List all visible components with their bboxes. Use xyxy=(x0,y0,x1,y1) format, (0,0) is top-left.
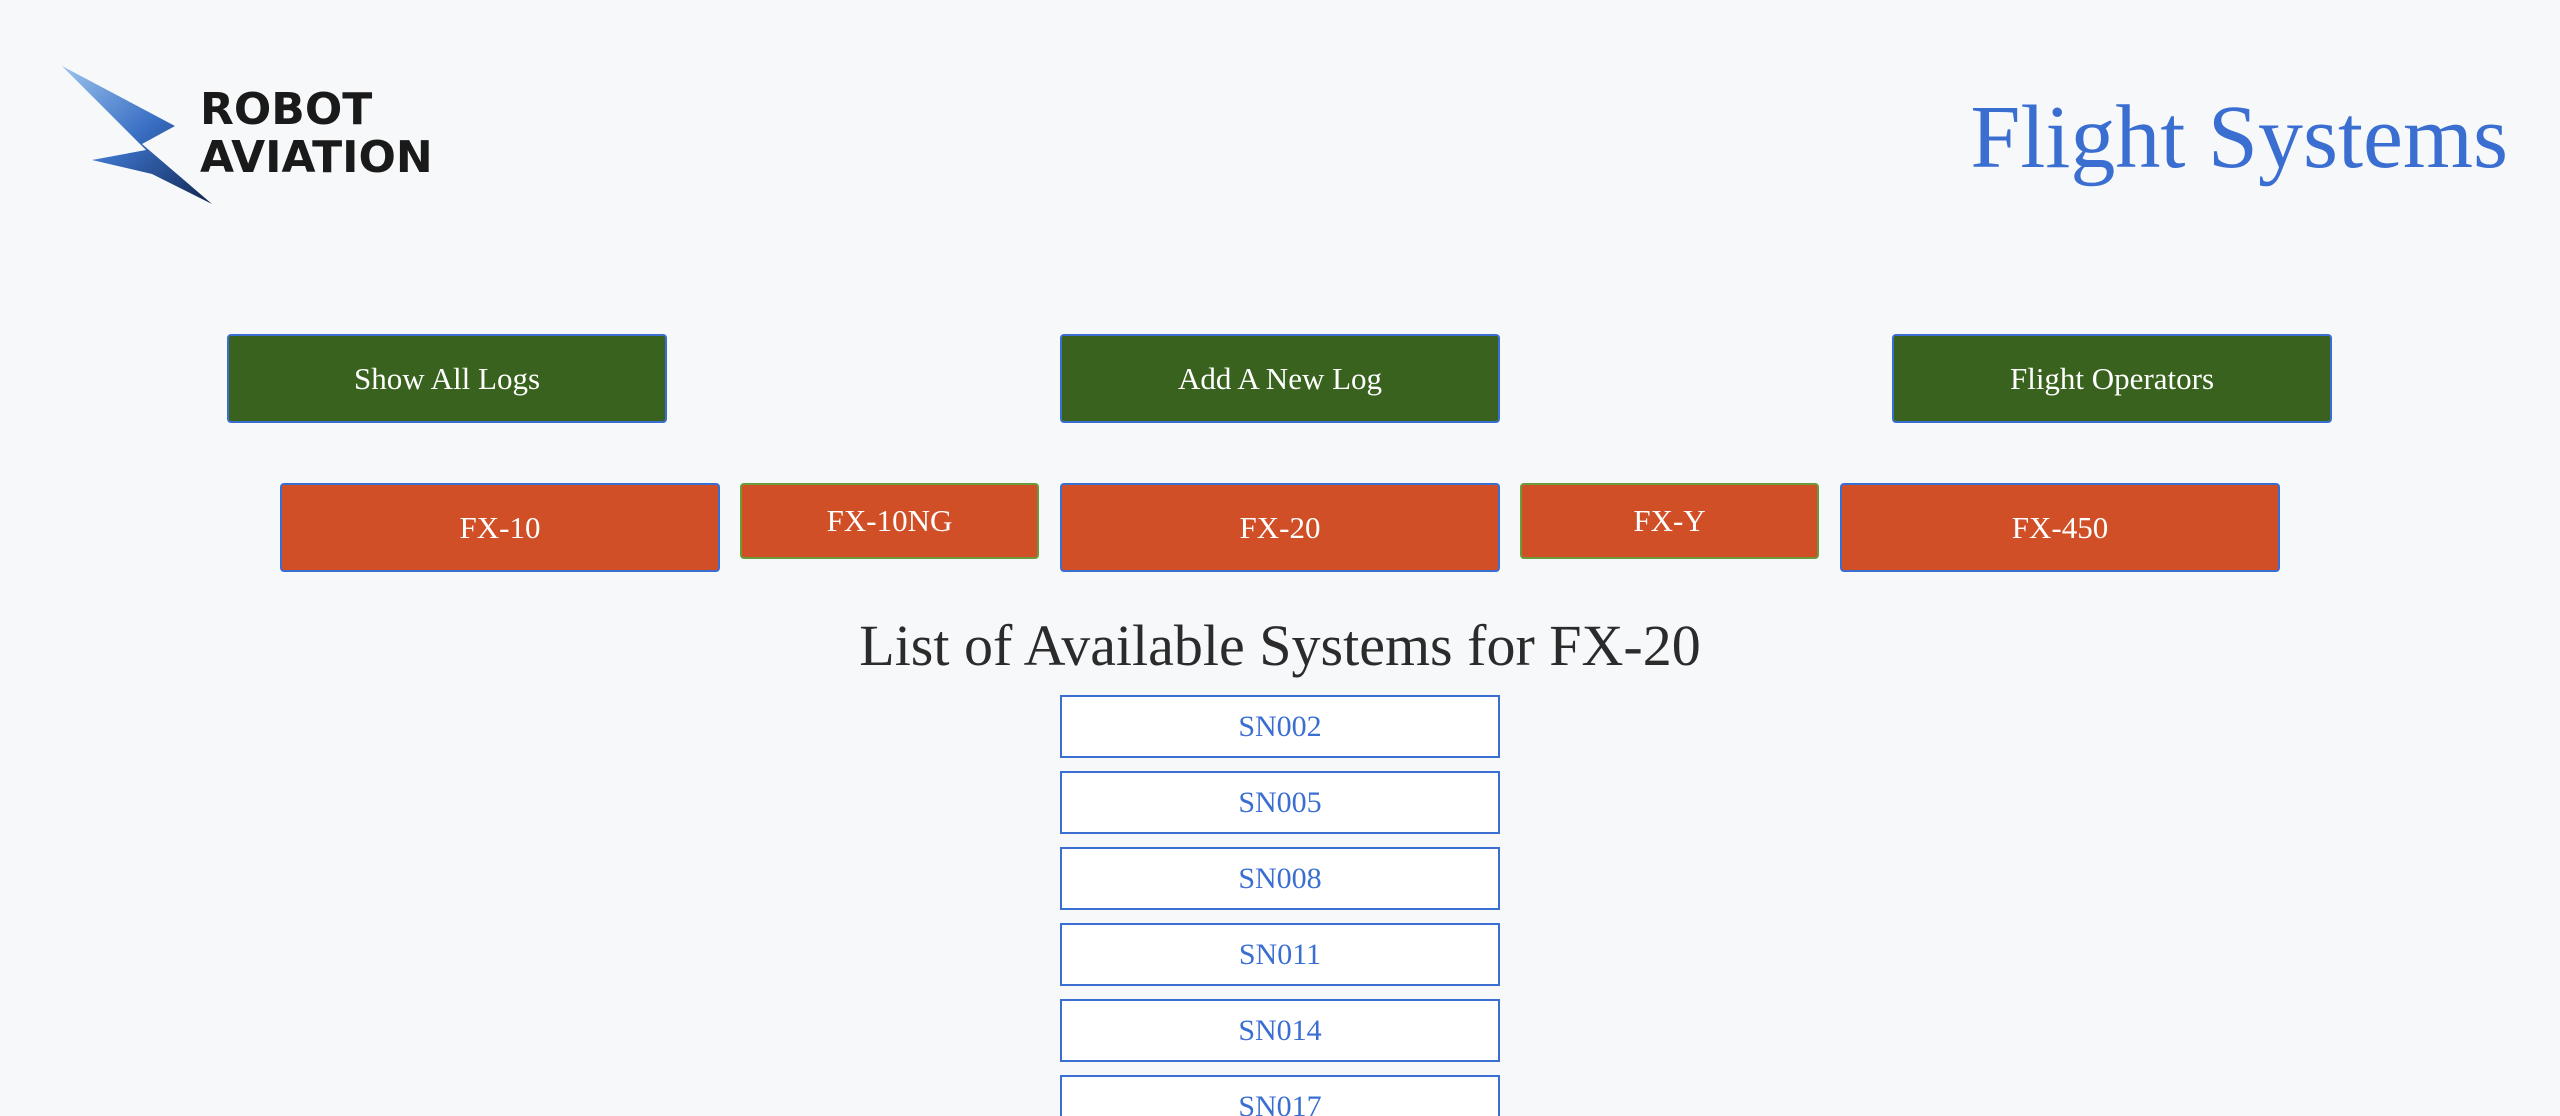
robot-aviation-logo[interactable]: ROBOT AVIATION xyxy=(60,64,460,214)
systems-list: SN002 SN005 SN008 SN011 SN014 SN017 xyxy=(1060,695,1500,1116)
model-fx-10-button[interactable]: FX-10 xyxy=(280,483,720,572)
system-item-sn008[interactable]: SN008 xyxy=(1060,847,1500,910)
system-item-sn002[interactable]: SN002 xyxy=(1060,695,1500,758)
logo-text: ROBOT AVIATION xyxy=(200,86,433,182)
add-new-log-button[interactable]: Add A New Log xyxy=(1060,334,1500,423)
logo-line-robot: ROBOT xyxy=(200,84,373,135)
system-item-sn005[interactable]: SN005 xyxy=(1060,771,1500,834)
model-fx-y-button[interactable]: FX-Y xyxy=(1520,483,1819,559)
systems-list-heading: List of Available Systems for FX-20 xyxy=(859,613,1701,678)
model-fx-20-button[interactable]: FX-20 xyxy=(1060,483,1500,572)
system-item-sn011[interactable]: SN011 xyxy=(1060,923,1500,986)
page: ROBOT AVIATION Flight Systems Show All L… xyxy=(0,0,2560,1116)
show-all-logs-button[interactable]: Show All Logs xyxy=(227,334,667,423)
logo-line-aviation: AVIATION xyxy=(200,132,433,183)
page-title: Flight Systems xyxy=(1970,88,2508,187)
model-fx-450-button[interactable]: FX-450 xyxy=(1840,483,2280,572)
model-fx-10ng-button[interactable]: FX-10NG xyxy=(740,483,1039,559)
flight-operators-button[interactable]: Flight Operators xyxy=(1892,334,2332,423)
system-item-sn014[interactable]: SN014 xyxy=(1060,999,1500,1062)
system-item-sn017[interactable]: SN017 xyxy=(1060,1075,1500,1116)
